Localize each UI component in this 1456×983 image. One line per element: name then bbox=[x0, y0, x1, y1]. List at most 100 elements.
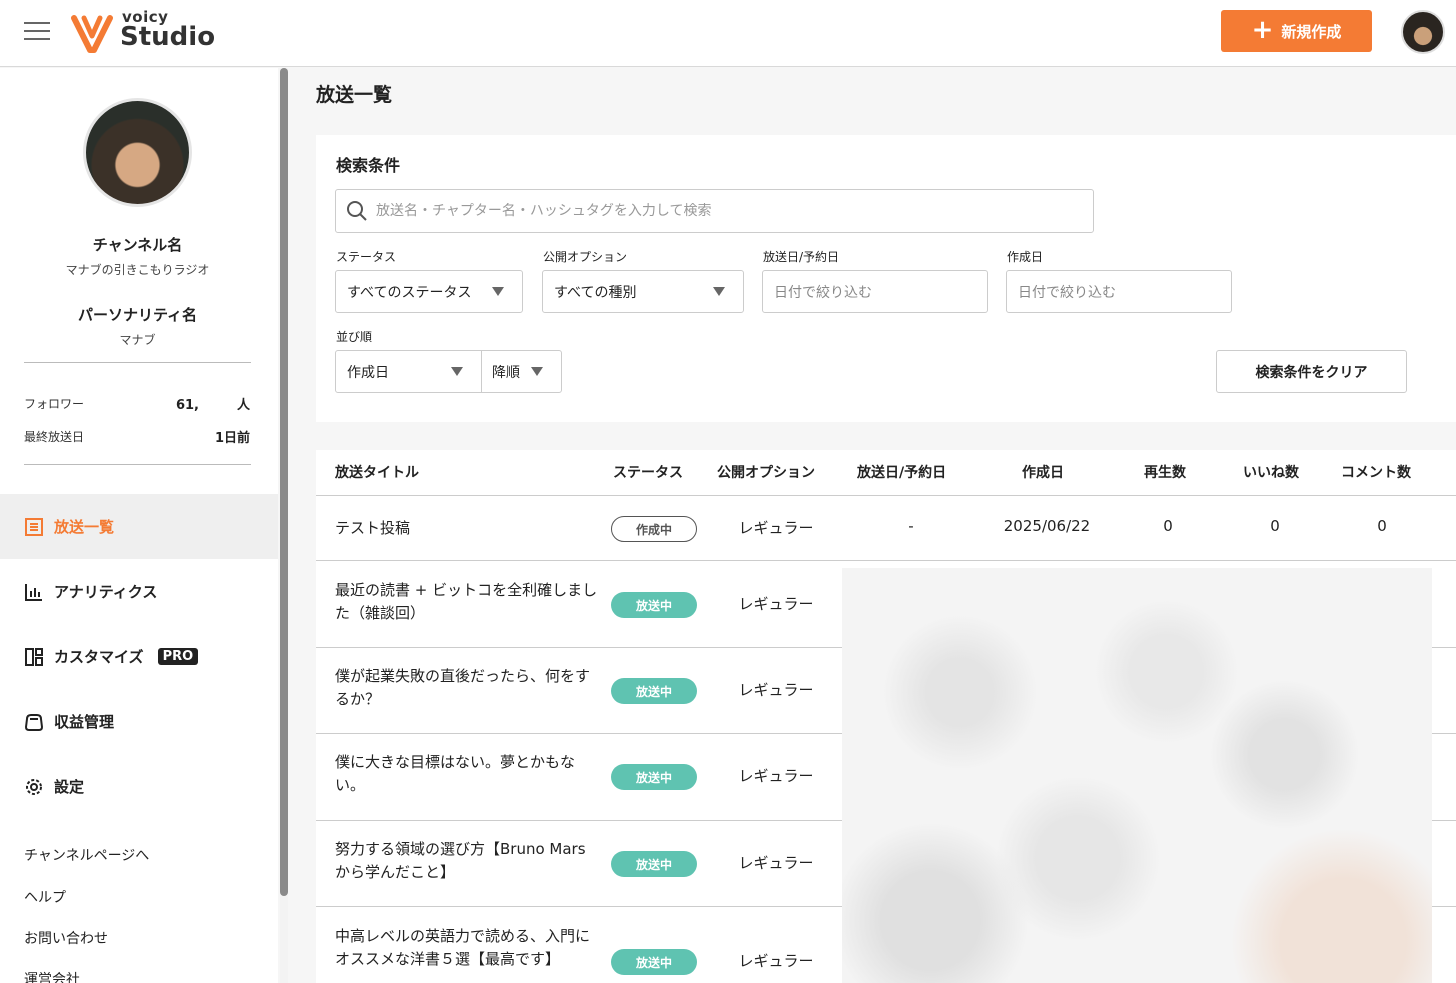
option-filter-label: 公開オプション bbox=[543, 250, 628, 264]
sort-field-value: 作成日 bbox=[347, 364, 389, 381]
table-row[interactable]: テスト投稿 作成中 レギュラー - 2025/06/22 0 0 0 bbox=[316, 496, 1456, 561]
status-filter-select[interactable]: すべてのステータス bbox=[335, 270, 523, 313]
row-option: レギュラー bbox=[738, 854, 814, 872]
row-title[interactable]: 僕が起業失敗の直後だったら、何をするか？ bbox=[335, 665, 600, 711]
row-title[interactable]: 最近の読書 + ビットコを全利確しました（雑談回） bbox=[335, 579, 600, 625]
row-broadcast-date: - bbox=[908, 517, 914, 535]
created-date-input[interactable]: 日付で絞り込む bbox=[1006, 270, 1232, 313]
row-option: レギュラー bbox=[738, 952, 814, 970]
plus-icon: + bbox=[1251, 14, 1274, 45]
caret-down-icon bbox=[492, 287, 504, 296]
status-badge: 放送中 bbox=[611, 764, 697, 790]
column-header-status[interactable]: ステータス bbox=[613, 462, 683, 482]
nav-item-customize[interactable]: カスタマイズ PRO bbox=[0, 624, 278, 689]
row-title[interactable]: 努力する領域の選び方【Bruno Marsから学んだこと】 bbox=[335, 838, 600, 884]
divider bbox=[24, 464, 251, 465]
broadcast-date-input[interactable]: 日付で絞り込む bbox=[762, 270, 988, 313]
divider bbox=[24, 362, 251, 363]
profile-avatar bbox=[83, 98, 192, 207]
company-link[interactable]: 運営会社 bbox=[24, 969, 80, 983]
status-badge: 放送中 bbox=[611, 851, 697, 877]
search-panel-title: 検索条件 bbox=[336, 156, 401, 175]
nav-item-settings[interactable]: 設定 bbox=[0, 754, 278, 819]
column-header-option[interactable]: 公開オプション bbox=[717, 462, 815, 482]
contact-link[interactable]: お問い合わせ bbox=[24, 928, 108, 948]
search-input[interactable] bbox=[376, 203, 1056, 219]
user-avatar[interactable] bbox=[1401, 10, 1445, 54]
list-icon bbox=[24, 517, 44, 537]
nav-label: アナリティクス bbox=[54, 583, 158, 601]
top-header: voicy Studio + 新規作成 bbox=[0, 0, 1456, 67]
sort-field-select[interactable]: 作成日 bbox=[335, 350, 482, 393]
gear-icon bbox=[24, 777, 44, 797]
nav-label: カスタマイズ bbox=[54, 648, 144, 666]
row-title[interactable]: 僕に大きな目標はない。夢とかもない。 bbox=[335, 751, 600, 797]
voicy-logo-mark-icon bbox=[71, 15, 113, 53]
sort-order-select[interactable]: 降順 bbox=[481, 350, 562, 393]
column-header-broadcast-date[interactable]: 放送日/予約日 bbox=[857, 462, 946, 482]
new-broadcast-label: 新規作成 bbox=[1281, 22, 1342, 41]
personality-name-value: マナブ bbox=[119, 333, 156, 347]
caret-down-icon bbox=[531, 367, 543, 376]
hamburger-menu-icon[interactable] bbox=[24, 22, 50, 42]
row-option: レギュラー bbox=[738, 595, 814, 613]
status-badge: 作成中 bbox=[611, 516, 697, 542]
row-title[interactable]: テスト投稿 bbox=[335, 517, 410, 540]
clear-conditions-button[interactable]: 検索条件をクリア bbox=[1216, 350, 1407, 393]
nav-item-revenue[interactable]: 収益管理 bbox=[0, 689, 278, 754]
sidebar-scrollbar-thumb[interactable] bbox=[280, 68, 288, 896]
sort-order-value: 降順 bbox=[492, 364, 520, 381]
broadcast-date-label: 放送日/予約日 bbox=[763, 250, 840, 264]
channel-page-link[interactable]: チャンネルページへ bbox=[24, 845, 149, 865]
row-plays: 0 bbox=[1163, 517, 1173, 535]
nav-item-broadcast-list[interactable]: 放送一覧 bbox=[0, 494, 278, 559]
column-header-title[interactable]: 放送タイトル bbox=[335, 462, 419, 482]
column-header-plays[interactable]: 再生数 bbox=[1144, 462, 1186, 482]
row-created-date: 2025/06/22 bbox=[1003, 517, 1091, 535]
search-icon bbox=[347, 201, 367, 221]
caret-down-icon bbox=[713, 287, 725, 296]
row-comments: 0 bbox=[1377, 517, 1387, 535]
channel-name-label: チャンネル名 bbox=[92, 236, 183, 254]
option-filter-value: すべての種別 bbox=[554, 284, 637, 301]
help-link[interactable]: ヘルプ bbox=[24, 887, 66, 907]
sidebar: チャンネル名 マナブの引きこもりラジオ パーソナリティ名 マナブ フォロワー 6… bbox=[0, 68, 278, 983]
status-badge: 放送中 bbox=[611, 592, 697, 618]
pro-badge: PRO bbox=[157, 648, 199, 665]
sort-label: 並び順 bbox=[336, 330, 373, 344]
row-title[interactable]: 中高レベルの英語力で読める、入門にオススメな洋書５選【最高です】 bbox=[335, 925, 600, 971]
channel-name-value: マナブの引きこもりラジオ bbox=[65, 263, 210, 277]
caret-down-icon bbox=[451, 367, 463, 376]
new-broadcast-button[interactable]: + 新規作成 bbox=[1221, 10, 1372, 52]
last-broadcast-label: 最終放送日 bbox=[24, 430, 85, 444]
personality-name-label: パーソナリティ名 bbox=[77, 306, 198, 324]
nav-item-analytics[interactable]: アナリティクス bbox=[0, 559, 278, 624]
wallet-icon bbox=[24, 712, 44, 732]
search-conditions-panel: 検索条件 ステータス すべてのステータス 公開オプション すべての種別 放送日/… bbox=[316, 135, 1456, 422]
page-title: 放送一覧 bbox=[316, 84, 393, 106]
column-header-comments[interactable]: コメント数 bbox=[1341, 462, 1411, 482]
logo-studio-text: Studio bbox=[120, 22, 216, 52]
nav-label: 放送一覧 bbox=[54, 518, 115, 536]
option-filter-select[interactable]: すべての種別 bbox=[542, 270, 744, 313]
status-filter-label: ステータス bbox=[336, 250, 397, 264]
row-option: レギュラー bbox=[738, 519, 814, 537]
column-header-created[interactable]: 作成日 bbox=[1022, 462, 1064, 482]
status-badge: 放送中 bbox=[611, 678, 697, 704]
bar-chart-icon bbox=[24, 582, 44, 602]
status-filter-value: すべてのステータス bbox=[347, 284, 472, 301]
status-badge: 放送中 bbox=[611, 949, 697, 975]
column-header-likes[interactable]: いいね数 bbox=[1243, 462, 1299, 482]
created-date-label: 作成日 bbox=[1007, 250, 1044, 264]
row-option: レギュラー bbox=[738, 681, 814, 699]
row-likes: 0 bbox=[1270, 517, 1280, 535]
follower-value: 61, 人 bbox=[175, 398, 250, 413]
nav-label: 設定 bbox=[54, 778, 85, 796]
follower-label: フォロワー bbox=[24, 397, 85, 411]
row-option: レギュラー bbox=[738, 767, 814, 785]
customize-icon bbox=[24, 647, 44, 667]
last-broadcast-value: 1日前 bbox=[214, 431, 250, 446]
nav-label: 収益管理 bbox=[54, 713, 115, 731]
search-field[interactable] bbox=[335, 189, 1094, 233]
redacted-blur-area bbox=[842, 568, 1432, 983]
